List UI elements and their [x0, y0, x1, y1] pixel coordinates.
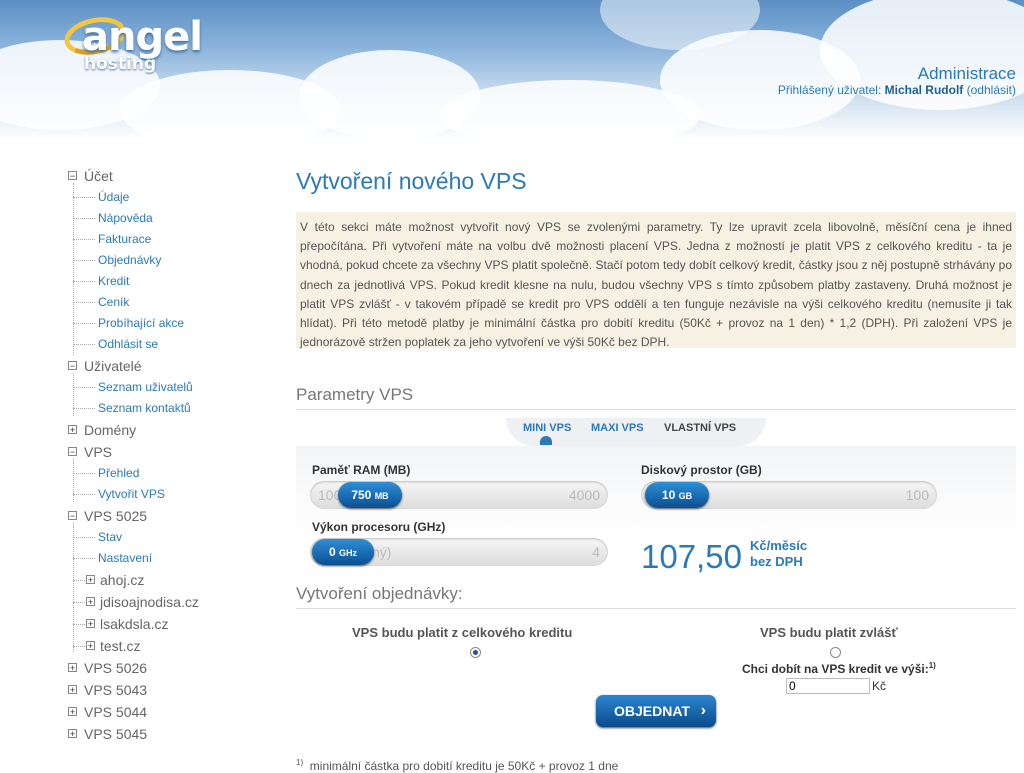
price-unit: Kč/měsíc bez DPH: [750, 538, 808, 569]
logout-link[interactable]: (odhlásit): [967, 83, 1016, 97]
tree-section: + Domény: [60, 419, 280, 441]
pay-separately-radio[interactable]: [830, 647, 841, 658]
domain-node[interactable]: + jdisoajnodisa.cz: [60, 591, 280, 613]
order-heading: Vytvoření objednávky:: [296, 584, 1016, 609]
tree-node[interactable]: + VPS 5044: [60, 701, 280, 723]
tree-section: + VPS 5045: [60, 723, 280, 745]
params-heading: Parametry VPS: [296, 385, 1016, 410]
tree-node-label: VPS 5025: [84, 508, 148, 524]
ram-label: Paměť RAM (MB): [312, 463, 411, 477]
tree-node-label: Domény: [84, 422, 137, 438]
tree-node[interactable]: + VPS 5045: [60, 723, 280, 745]
tree-node-label: VPS: [84, 444, 113, 460]
topup-amount-input[interactable]: [786, 678, 870, 694]
tab-custom-vps[interactable]: VLASTNÍ VPS: [664, 422, 736, 434]
active-tab-indicator: [540, 436, 552, 445]
domain-node[interactable]: + ahoj.cz: [60, 569, 280, 591]
tree-node[interactable]: − VPS 5025: [60, 505, 280, 527]
tree-node-label: VPS 5044: [84, 704, 148, 720]
collapse-icon[interactable]: −: [68, 171, 77, 181]
tree-section: − VPS 5025 Stav Nastavení + ahoj.cz + jdisoajno…: [60, 505, 280, 657]
tree-node[interactable]: + VPS 5026: [60, 657, 280, 679]
expand-icon[interactable]: +: [68, 425, 77, 435]
expand-icon[interactable]: +: [68, 663, 77, 673]
cpu-slider-handle[interactable]: 0 GHz: [312, 539, 374, 565]
pay-separately-label: VPS budu platit zvlášť: [760, 625, 898, 640]
tab-maxi-vps[interactable]: MAXI VPS: [591, 422, 644, 434]
sidebar-link[interactable]: Přehled: [60, 463, 280, 484]
domain-node[interactable]: + test.cz: [60, 635, 280, 657]
tree-node[interactable]: − VPS: [60, 441, 280, 463]
sidebar-link[interactable]: Ceník: [60, 292, 280, 313]
sidebar-link[interactable]: Stav: [60, 527, 280, 548]
tree-section: + VPS 5043: [60, 679, 280, 701]
tree-node[interactable]: + VPS 5043: [60, 679, 280, 701]
topup-label: Chci dobít na VPS kredit ve výši:1): [742, 661, 936, 676]
currency-label: Kč: [872, 679, 887, 693]
disk-slider-handle[interactable]: 10 GB: [645, 482, 709, 508]
tree-node[interactable]: − Uživatelé: [60, 355, 280, 377]
monthly-price: 107,50: [641, 538, 742, 575]
expand-icon[interactable]: +: [86, 597, 95, 607]
ram-slider[interactable]: 100 4000 750 MB: [310, 481, 608, 509]
disk-label: Diskový prostor (GB): [641, 463, 762, 477]
tab-mini-vps[interactable]: MINI VPS: [523, 422, 571, 434]
sidebar-link[interactable]: Nastavení: [60, 548, 280, 569]
tree-node-label: Uživatelé: [84, 358, 142, 374]
tree-node-label: VPS 5026: [84, 660, 148, 676]
page-title: Vytvoření nového VPS: [296, 168, 527, 194]
collapse-icon[interactable]: −: [68, 447, 77, 457]
tree-node-label: VPS 5043: [84, 682, 148, 698]
sidebar-link[interactable]: Fakturace: [60, 229, 280, 250]
tree-section: − Uživatelé Seznam uživatelů Seznam kontakt…: [60, 355, 280, 419]
sidebar-link[interactable]: Odhlásit se: [60, 334, 280, 355]
pay-from-credit-radio[interactable]: [470, 647, 481, 658]
sidebar-link[interactable]: Nápověda: [60, 208, 280, 229]
vps-preset-tabs: MINI VPS MAXI VPS VLASTNÍ VPS: [506, 418, 766, 446]
sidebar-link[interactable]: Kredit: [60, 271, 280, 292]
pay-from-credit-label: VPS budu platit z celkového kreditu: [352, 625, 573, 640]
chevron-right-icon: ›: [700, 702, 706, 719]
info-box: V této sekci máte možnost vytvořit nový …: [296, 212, 1016, 349]
footnote: 1) minimální částka pro dobití kreditu j…: [296, 758, 619, 773]
tree-node[interactable]: − Účet: [60, 165, 280, 187]
sidebar-tree: − Účet Údaje Nápověda Fakturace Objednávky Kre…: [60, 165, 280, 745]
tree-node[interactable]: + Domény: [60, 419, 280, 441]
cpu-label: Výkon procesoru (GHz): [312, 520, 446, 534]
expand-icon[interactable]: +: [86, 641, 95, 651]
collapse-icon[interactable]: −: [68, 511, 77, 521]
collapse-icon[interactable]: −: [68, 361, 77, 371]
page-header: angel hosting Administrace Přihlášený už…: [0, 0, 1024, 140]
domain-node[interactable]: + lsakdsla.cz: [60, 613, 280, 635]
user-name[interactable]: Michal Rudolf: [885, 83, 964, 97]
expand-icon[interactable]: +: [68, 729, 77, 739]
angel-hosting-logo[interactable]: angel hosting: [60, 10, 212, 80]
logged-user-line: Přihlášený uživatel: Michal Rudolf (odhl…: [777, 83, 1016, 97]
sidebar-link[interactable]: Seznam uživatelů: [60, 377, 280, 398]
sidebar-link[interactable]: Objednávky: [60, 250, 280, 271]
tree-section: − Účet Údaje Nápověda Fakturace Objednávky Kre…: [60, 165, 280, 355]
tree-section: + VPS 5026: [60, 657, 280, 679]
order-button[interactable]: OBJEDNAT ›: [596, 695, 716, 727]
disk-slider[interactable]: 100 10 GB: [641, 481, 937, 509]
tree-node-label: Účet: [84, 168, 113, 184]
sidebar-link[interactable]: Vytvořit VPS: [60, 484, 280, 505]
tree-section: + VPS 5044: [60, 701, 280, 723]
tree-section: − VPS Přehled Vytvořit VPS: [60, 441, 280, 505]
cpu-slider[interactable]: ný) 4 0 GHz: [310, 538, 608, 566]
expand-icon[interactable]: +: [68, 707, 77, 717]
sidebar-link[interactable]: Údaje: [60, 187, 280, 208]
tree-node-label: VPS 5045: [84, 726, 148, 742]
sidebar-link[interactable]: Probíhající akce: [60, 313, 280, 334]
admin-title: Administrace: [917, 64, 1016, 83]
expand-icon[interactable]: +: [86, 619, 95, 629]
sidebar-link[interactable]: Seznam kontaktů: [60, 398, 280, 419]
ram-slider-handle[interactable]: 750 MB: [338, 482, 402, 508]
expand-icon[interactable]: +: [68, 685, 77, 695]
expand-icon[interactable]: +: [86, 575, 95, 585]
